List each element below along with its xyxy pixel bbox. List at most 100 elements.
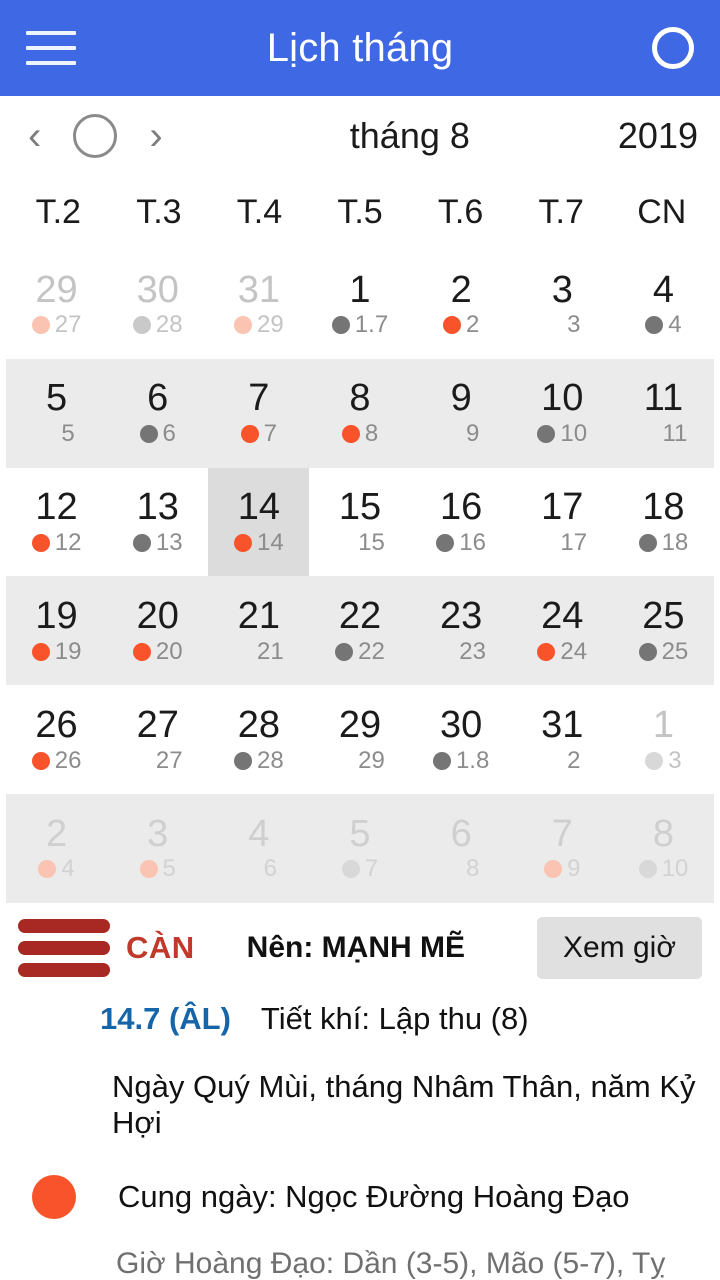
- lunar-day-number: 12: [54, 528, 82, 556]
- calendar-day-cell[interactable]: 35: [107, 794, 208, 903]
- lunar-day-number: 19: [54, 637, 82, 665]
- month-label[interactable]: tháng 8: [350, 115, 470, 157]
- day-number: 26: [35, 703, 78, 746]
- calendar-day-cell[interactable]: 16 16: [411, 468, 512, 577]
- calendar-day-cell[interactable]: 88: [309, 359, 410, 468]
- calendar-day-cell[interactable]: 29 27: [6, 250, 107, 359]
- calendar-day-cell[interactable]: 26 26: [6, 685, 107, 794]
- event-dot-icon: [436, 533, 455, 552]
- calendar-day-cell[interactable]: 30 1.8: [411, 685, 512, 794]
- calendar-app-screen: Lịch tháng ‹ › tháng 8 2019 T.2 T.3 T.4 …: [0, 0, 720, 1280]
- lunar-row: 11: [639, 420, 687, 447]
- lunar-day-number: 20: [155, 637, 183, 665]
- lunar-day-number: 6: [162, 420, 176, 448]
- lunar-day-number: 24: [560, 637, 588, 665]
- calendar-day-cell[interactable]: 10 10: [512, 359, 613, 468]
- calendar-day-cell[interactable]: 1 1.7: [309, 250, 410, 359]
- calendar-day-cell[interactable]: 77: [208, 359, 309, 468]
- day-number: 6: [450, 812, 472, 855]
- calendar-day-cell[interactable]: 28 28: [208, 685, 309, 794]
- calendar-day-cell[interactable]: 31 2: [512, 685, 613, 794]
- calendar-day-cell[interactable]: 30 28: [107, 250, 208, 359]
- lunar-row: 9: [544, 855, 581, 883]
- trigram-can-icon: [18, 919, 110, 977]
- calendar-day-cell[interactable]: 8 10: [613, 794, 714, 903]
- weekday-thu: T.5: [337, 192, 383, 231]
- event-dot-icon: [544, 752, 562, 770]
- chevron-left-icon[interactable]: ‹: [22, 116, 47, 156]
- lunar-day-number: 16: [459, 528, 486, 556]
- calendar-day-cell[interactable]: 29 29: [309, 685, 410, 794]
- calendar-day-cell[interactable]: 57: [309, 794, 410, 903]
- calendar-day-cell[interactable]: 66: [107, 359, 208, 468]
- calendar-day-cell[interactable]: 21 21: [208, 576, 309, 685]
- lunar-row: 2: [442, 311, 479, 338]
- calendar-day-cell[interactable]: 17 17: [512, 468, 613, 577]
- calendar-day-cell[interactable]: 24 24: [512, 576, 613, 685]
- calendar-day-cell[interactable]: 22 22: [309, 576, 410, 685]
- event-dot-icon: [341, 425, 360, 444]
- lunar-row: 10: [638, 855, 688, 882]
- day-number: 7: [551, 812, 573, 855]
- calendar-day-cell[interactable]: 22: [411, 250, 512, 359]
- calendar-day-cell[interactable]: 99: [411, 359, 512, 468]
- sexagenary-cycle: Ngày Quý Mùi, tháng Nhâm Thân, năm Kỷ Hợ…: [112, 1069, 696, 1140]
- lunar-day-number: 8: [465, 855, 480, 883]
- calendar-day-cell[interactable]: 46: [208, 794, 309, 903]
- calendar-day-cell[interactable]: 44: [613, 250, 714, 359]
- day-number: 28: [237, 703, 280, 746]
- event-dot-icon: [234, 751, 252, 770]
- event-dot-icon: [645, 751, 664, 770]
- lunar-row: 15: [335, 529, 385, 556]
- day-number: 12: [35, 486, 78, 529]
- lunar-row: 18: [638, 529, 688, 556]
- calendar-day-cell[interactable]: 20 20: [107, 576, 208, 685]
- event-dot-icon: [139, 860, 158, 879]
- year-label[interactable]: 2019: [618, 115, 698, 157]
- lunar-day-number: 4: [61, 855, 75, 883]
- calendar-day-cell[interactable]: 55: [6, 359, 107, 468]
- calendar-day-cell[interactable]: 14 14: [208, 467, 310, 577]
- lunar-row: 24: [537, 637, 588, 665]
- event-dot-icon: [544, 860, 563, 879]
- calendar-day-cell[interactable]: 19 19: [6, 576, 107, 685]
- calendar-day-cell[interactable]: 13 13: [107, 468, 208, 577]
- calendar-day-cell[interactable]: 33: [512, 250, 613, 359]
- calendar-day-cell[interactable]: 23 23: [411, 576, 512, 685]
- view-hours-button[interactable]: Xem giờ: [536, 917, 702, 979]
- lunar-day-number: 14: [257, 528, 284, 556]
- circle-outline-icon[interactable]: [652, 27, 694, 69]
- calendar-day-cell[interactable]: 12 12: [6, 468, 107, 577]
- event-dot-icon: [234, 643, 252, 661]
- lunar-row: 5: [139, 855, 176, 882]
- today-circle-icon[interactable]: [73, 114, 118, 158]
- day-number: 7: [248, 377, 270, 420]
- lunar-day-number: 28: [257, 746, 284, 774]
- calendar-week-row: 5 5 6 6 7 7 8 8 9 9 10 10 11 11: [6, 358, 714, 468]
- auspicious-hours: Giờ Hoàng Đạo: Dần (3-5), Mão (5-7), Tỵ …: [116, 1247, 666, 1280]
- lunar-day-number: 6: [263, 855, 278, 883]
- calendar-day-cell[interactable]: 31 29: [208, 250, 309, 359]
- lunar-row: 16: [436, 528, 486, 556]
- weekday-sat: T.7: [538, 192, 584, 231]
- calendar-day-cell[interactable]: 24: [6, 794, 107, 903]
- calendar-day-cell[interactable]: 25 25: [613, 576, 714, 685]
- event-dot-icon: [442, 316, 461, 335]
- day-number: 22: [338, 595, 382, 638]
- event-dot-icon: [139, 425, 158, 444]
- calendar-day-cell[interactable]: 18 18: [613, 468, 714, 577]
- lunar-day-number: 22: [358, 637, 385, 665]
- calendar-day-cell[interactable]: 15 15: [309, 468, 410, 577]
- day-number: 24: [541, 595, 584, 638]
- calendar-day-cell[interactable]: 68: [411, 794, 512, 903]
- lunar-row: 5: [38, 420, 74, 447]
- event-dot-icon: [645, 316, 664, 335]
- lunar-day-number: 13: [155, 528, 183, 556]
- calendar-day-cell[interactable]: 13: [613, 685, 714, 794]
- day-number: 13: [136, 486, 179, 529]
- calendar-day-cell[interactable]: 11 11: [613, 359, 714, 468]
- calendar-day-cell[interactable]: 79: [512, 794, 613, 903]
- lunar-day-number: 9: [567, 855, 581, 883]
- calendar-day-cell[interactable]: 27 27: [107, 685, 208, 794]
- chevron-right-icon[interactable]: ›: [143, 116, 168, 156]
